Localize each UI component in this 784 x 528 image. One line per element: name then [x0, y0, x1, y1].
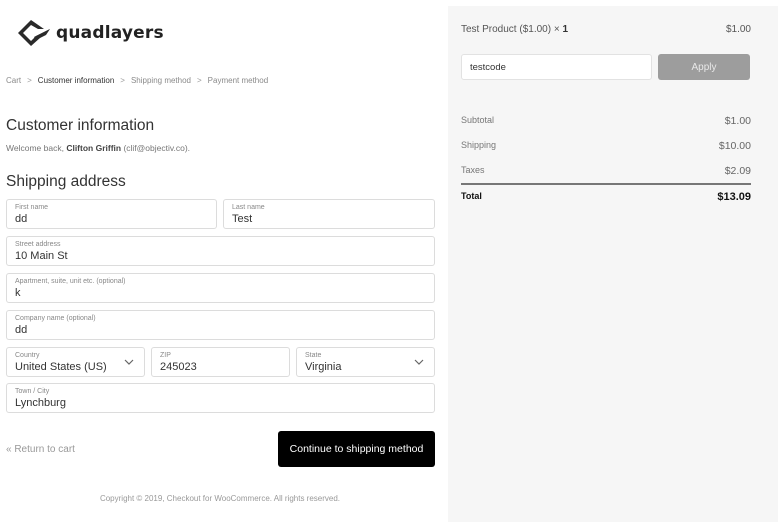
total-amount: $13.09 — [717, 191, 751, 203]
apartment-value[interactable]: k — [15, 286, 426, 300]
company-name-label: Company name (optional) — [15, 315, 96, 322]
country-select[interactable]: Country United States (US) — [6, 347, 145, 377]
checkout-form-panel: quadlayers Cart > Customer information >… — [0, 0, 448, 528]
total-row: Total $13.09 — [461, 191, 751, 203]
copyright-footer: Copyright © 2019, Checkout for WooCommer… — [99, 494, 341, 503]
chevron-down-icon[interactable] — [124, 358, 134, 366]
country-label: Country — [15, 352, 40, 359]
brand-name: quadlayers — [56, 23, 164, 43]
state-value[interactable]: Virginia — [305, 360, 426, 374]
last-name-field[interactable]: Last name Test — [223, 199, 435, 229]
coupon-code-input[interactable] — [461, 54, 652, 80]
welcome-prefix: Welcome back, — [6, 143, 67, 153]
zip-label: ZIP — [160, 352, 171, 359]
return-to-cart-link[interactable]: « Return to cart — [6, 444, 75, 455]
company-name-value[interactable]: dd — [15, 323, 426, 337]
breadcrumb: Cart > Customer information > Shipping m… — [6, 76, 268, 85]
city-value[interactable]: Lynchburg — [15, 396, 426, 410]
order-summary-panel: Test Product ($1.00) × 1 $1.00 Apply Sub… — [448, 6, 778, 522]
first-name-field[interactable]: First name dd — [6, 199, 217, 229]
apartment-field[interactable]: Apartment, suite, unit etc. (optional) k — [6, 273, 435, 303]
city-label: Town / City — [15, 388, 50, 395]
shipping-label: Shipping — [461, 140, 497, 150]
country-value[interactable]: United States (US) — [15, 360, 136, 374]
apartment-label: Apartment, suite, unit etc. (optional) — [15, 278, 126, 285]
chevron-down-icon[interactable] — [414, 358, 424, 366]
totals-divider — [461, 183, 751, 185]
state-select[interactable]: State Virginia — [296, 347, 435, 377]
total-label: Total — [461, 191, 482, 201]
subtotal-row: Subtotal $1.00 — [461, 115, 751, 127]
last-name-value[interactable]: Test — [232, 212, 426, 226]
apply-coupon-button[interactable]: Apply — [658, 54, 750, 80]
customer-email: (clif@objectiv.co). — [121, 143, 191, 153]
subtotal-label: Subtotal — [461, 115, 495, 125]
street-address-field[interactable]: Street address 10 Main St — [6, 236, 435, 266]
cart-item-price: $1.00 — [725, 24, 751, 35]
taxes-row: Taxes $2.09 — [461, 165, 751, 177]
customer-name: Clifton Griffin — [66, 143, 122, 153]
breadcrumb-payment-method[interactable]: Payment method — [208, 76, 268, 85]
first-name-value[interactable]: dd — [15, 212, 208, 226]
taxes-amount: $2.09 — [724, 165, 751, 177]
breadcrumb-separator: > — [27, 76, 32, 85]
cart-item-description: Test Product ($1.00) × 1 — [461, 24, 568, 35]
state-label: State — [305, 352, 322, 359]
cart-item-qty: 1 — [562, 24, 569, 35]
shipping-address-heading: Shipping address — [6, 173, 126, 190]
company-name-field[interactable]: Company name (optional) dd — [6, 310, 435, 340]
brand-logo[interactable]: quadlayers — [16, 18, 164, 48]
cart-item-qty-prefix: × — [551, 24, 563, 35]
cart-item-row: Test Product ($1.00) × 1 $1.00 — [461, 24, 751, 35]
city-field[interactable]: Town / City Lynchburg — [6, 383, 435, 413]
shipping-row: Shipping $10.00 — [461, 140, 751, 152]
zip-field[interactable]: ZIP 245023 — [151, 347, 290, 377]
cart-item-name: Test Product ($1.00) — [461, 24, 552, 35]
breadcrumb-shipping-method[interactable]: Shipping method — [131, 76, 191, 85]
street-address-value[interactable]: 10 Main St — [15, 249, 426, 263]
quadlayers-logo-icon — [18, 20, 50, 46]
zip-value[interactable]: 245023 — [160, 360, 281, 374]
welcome-message: Welcome back, Clifton Griffin (clif@obje… — [6, 143, 190, 153]
continue-to-shipping-button[interactable]: Continue to shipping method — [278, 431, 435, 467]
breadcrumb-customer-information: Customer information — [37, 76, 115, 85]
breadcrumb-cart[interactable]: Cart — [6, 76, 21, 85]
customer-information-heading: Customer information — [6, 117, 155, 134]
street-address-label: Street address — [15, 241, 61, 248]
shipping-amount: $10.00 — [718, 140, 751, 152]
breadcrumb-separator: > — [120, 76, 125, 85]
first-name-label: First name — [15, 204, 49, 211]
breadcrumb-separator: > — [197, 76, 202, 85]
last-name-label: Last name — [232, 204, 265, 211]
subtotal-amount: $1.00 — [724, 115, 751, 127]
taxes-label: Taxes — [461, 165, 485, 175]
